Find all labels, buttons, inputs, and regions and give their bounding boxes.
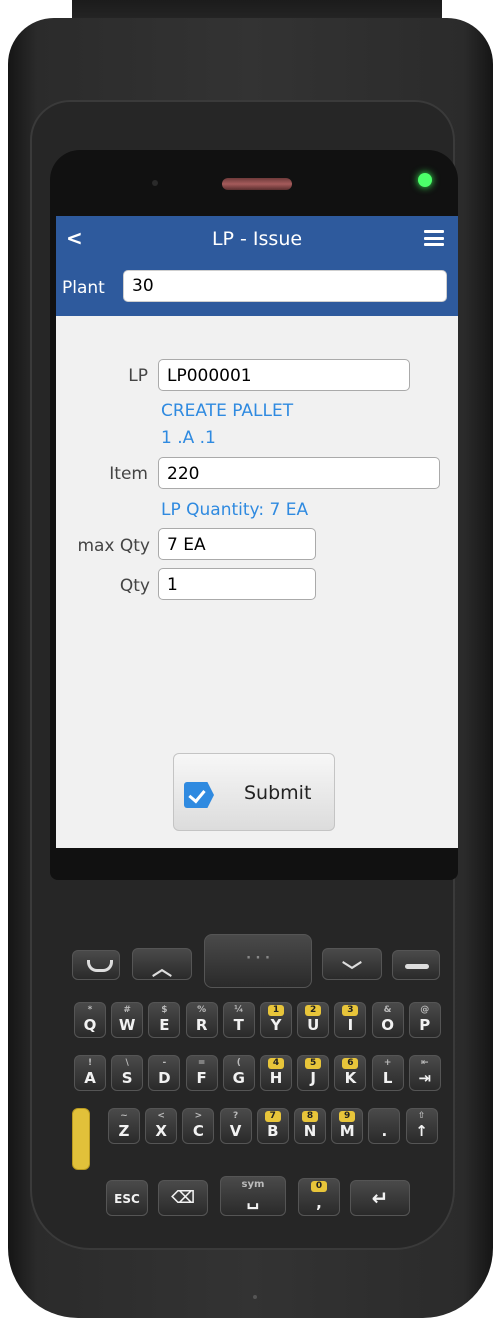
key-q[interactable]: * Q: [74, 1002, 106, 1038]
key-z[interactable]: ~ Z: [108, 1108, 140, 1144]
status-led: [418, 173, 432, 187]
key-j[interactable]: 5J: [297, 1055, 330, 1091]
max-qty-label: max Qty: [77, 536, 150, 556]
create-pallet-link[interactable]: CREATE PALLET: [161, 401, 293, 421]
page-title: LP - Issue: [211, 228, 303, 250]
key-i[interactable]: 3I: [334, 1002, 367, 1038]
qty-input[interactable]: 1: [158, 568, 316, 600]
key-d[interactable]: -D: [148, 1055, 181, 1091]
lp-label: LP: [128, 366, 148, 386]
key-s[interactable]: \ S: [111, 1055, 144, 1091]
esc-key[interactable]: ESC: [106, 1180, 148, 1216]
key-o[interactable]: & O: [371, 1002, 404, 1038]
location-text: 1 .A .1: [161, 428, 216, 448]
key-e[interactable]: $ E: [148, 1002, 181, 1038]
max-qty-input[interactable]: 7 EA: [158, 528, 316, 560]
scroll-down-key[interactable]: ﹀: [322, 948, 382, 983]
key-x[interactable]: < X: [145, 1108, 178, 1144]
app-screen: < LP - Issue Plant 30 LP LP000001 CREATE…: [56, 216, 458, 848]
scan-trigger-key[interactable]: · · ·: [204, 934, 312, 988]
key-k[interactable]: 6K: [334, 1055, 367, 1091]
speaker-grille: [222, 178, 292, 190]
key-h[interactable]: 4H: [260, 1055, 292, 1091]
key-u[interactable]: 2U: [297, 1002, 330, 1038]
yellow-shift-key[interactable]: [72, 1108, 90, 1170]
item-input[interactable]: 220: [158, 457, 440, 489]
comma-key[interactable]: 0,: [298, 1178, 340, 1216]
key-w[interactable]: # W: [111, 1002, 144, 1038]
title-bar: < LP - Issue: [56, 216, 458, 262]
key-m[interactable]: 9M: [331, 1108, 364, 1144]
space-key[interactable]: sym ␣: [220, 1176, 286, 1216]
lp-quantity-text: LP Quantity: 7 EA: [161, 500, 309, 520]
key-symbol-8[interactable]: ⇧ ↑: [405, 1108, 438, 1144]
call-key[interactable]: [72, 950, 120, 980]
key-f[interactable]: = F: [185, 1055, 218, 1091]
key-v[interactable]: ? V: [219, 1108, 252, 1144]
scroll-up-key[interactable]: ︿: [132, 948, 192, 980]
enter-key[interactable]: ↵: [350, 1180, 410, 1216]
key-t[interactable]: ¼T: [222, 1002, 255, 1038]
submit-label: Submit: [244, 782, 312, 804]
plant-bar: Plant 30: [56, 262, 458, 316]
backspace-key[interactable]: ⌫: [158, 1180, 208, 1216]
key-p[interactable]: @ P: [408, 1002, 441, 1038]
key-g[interactable]: (G: [222, 1055, 255, 1091]
key-n[interactable]: 8N: [294, 1108, 326, 1144]
key-c[interactable]: > C: [182, 1108, 215, 1144]
qty-label: Qty: [119, 576, 150, 596]
plant-label: Plant: [62, 278, 105, 298]
camera-icon: [152, 180, 158, 186]
key-a[interactable]: ! A: [74, 1055, 106, 1091]
end-call-key[interactable]: [392, 950, 440, 980]
key-y[interactable]: 1Y: [260, 1002, 292, 1038]
microphone-dot: [253, 1295, 257, 1299]
lp-input[interactable]: LP000001: [158, 359, 410, 391]
key-b[interactable]: 7B: [256, 1108, 289, 1144]
hamburger-menu-icon[interactable]: [424, 230, 444, 246]
key-r[interactable]: % R: [185, 1002, 218, 1038]
submit-button[interactable]: Submit: [173, 753, 335, 831]
key-symbol-9[interactable]: ⇤ ⇥: [408, 1055, 441, 1091]
key-l[interactable]: + L: [371, 1055, 404, 1091]
key-symbol-7[interactable]: .: [368, 1108, 401, 1144]
checkmark-icon: [184, 782, 214, 808]
plant-input[interactable]: 30: [123, 270, 447, 302]
item-label: Item: [109, 464, 148, 484]
